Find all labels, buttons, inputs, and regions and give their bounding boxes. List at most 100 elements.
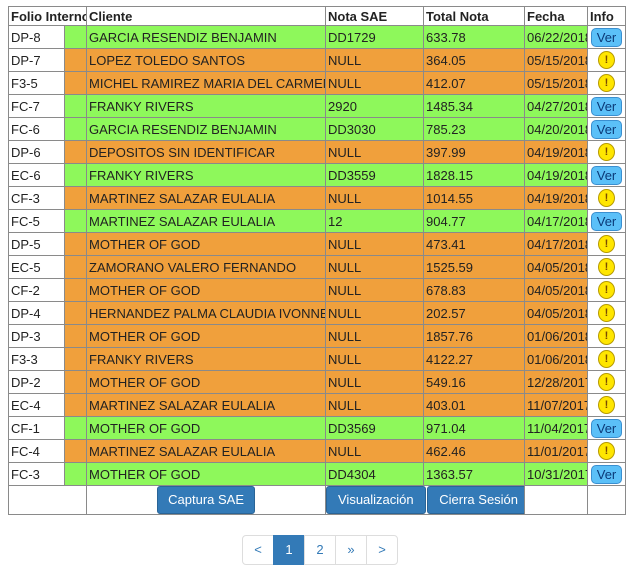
captura-sae-button[interactable]: Captura SAE xyxy=(157,486,255,514)
header-folio: Folio Interno xyxy=(8,6,87,26)
warning-icon[interactable]: ! xyxy=(598,235,615,253)
cliente-cell: MOTHER OF GOD xyxy=(86,324,326,348)
total-nota-cell: 462.46 xyxy=(423,439,525,463)
info-cell: ! xyxy=(587,393,626,417)
pagination-next-more[interactable]: » xyxy=(335,535,367,565)
info-cell: ! xyxy=(587,48,626,72)
folio-cell: F3-3 xyxy=(8,347,65,371)
table-row: EC-5 ZAMORANO VALERO FERNANDO NULL 1525.59 0… xyxy=(8,255,626,279)
warning-icon[interactable]: ! xyxy=(598,373,615,391)
cliente-cell: LOPEZ TOLEDO SANTOS xyxy=(86,48,326,72)
nota-sae-cell: NULL xyxy=(325,439,424,463)
fecha-cell: 06/22/2018 xyxy=(524,25,588,49)
nota-sae-cell: DD3030 xyxy=(325,117,424,141)
status-swatch xyxy=(64,324,87,348)
header-nota-sae: Nota SAE xyxy=(325,6,424,26)
cliente-cell: GARCIA RESENDIZ BENJAMIN xyxy=(86,117,326,141)
status-swatch xyxy=(64,232,87,256)
fecha-cell: 05/15/2018 xyxy=(524,71,588,95)
warning-icon[interactable]: ! xyxy=(598,51,615,69)
header-total-nota: Total Nota xyxy=(423,6,525,26)
pagination-prev[interactable]: < xyxy=(242,535,274,565)
total-nota-cell: 1014.55 xyxy=(423,186,525,210)
info-cell: ! xyxy=(587,301,626,325)
ver-button[interactable]: Ver xyxy=(590,211,623,231)
table-body: DP-8 GARCIA RESENDIZ BENJAMIN DD1729 633.78… xyxy=(8,25,626,486)
pagination-next[interactable]: > xyxy=(366,535,398,565)
folio-cell: FC-4 xyxy=(8,439,65,463)
status-swatch xyxy=(64,416,87,440)
folio-cell: FC-6 xyxy=(8,117,65,141)
status-swatch xyxy=(64,462,87,486)
footer-empty-cell xyxy=(587,485,626,515)
info-cell: ! xyxy=(587,370,626,394)
status-swatch xyxy=(64,393,87,417)
nota-sae-cell: NULL xyxy=(325,278,424,302)
ver-button[interactable]: Ver xyxy=(590,464,623,484)
info-cell: Ver xyxy=(587,25,626,49)
warning-icon[interactable]: ! xyxy=(598,327,615,345)
folio-cell: DP-4 xyxy=(8,301,65,325)
folio-cell: FC-3 xyxy=(8,462,65,486)
nota-sae-cell: DD4304 xyxy=(325,462,424,486)
fecha-cell: 04/05/2018 xyxy=(524,301,588,325)
cliente-cell: FRANKY RIVERS xyxy=(86,347,326,371)
header-info: Info xyxy=(587,6,626,26)
ver-button[interactable]: Ver xyxy=(590,418,623,438)
warning-icon[interactable]: ! xyxy=(598,304,615,322)
info-cell: Ver xyxy=(587,94,626,118)
ver-button[interactable]: Ver xyxy=(590,27,623,47)
header-fecha: Fecha xyxy=(524,6,588,26)
pagination-page-2[interactable]: 2 xyxy=(304,535,336,565)
nota-sae-cell: DD3559 xyxy=(325,163,424,187)
table-row: EC-4 MARTINEZ SALAZAR EULALIA NULL 403.01 11… xyxy=(8,393,626,417)
warning-icon[interactable]: ! xyxy=(598,281,615,299)
warning-icon[interactable]: ! xyxy=(598,74,615,92)
warning-icon[interactable]: ! xyxy=(598,350,615,368)
nota-sae-cell: NULL xyxy=(325,48,424,72)
folio-cell: F3-5 xyxy=(8,71,65,95)
folio-cell: EC-4 xyxy=(8,393,65,417)
cliente-cell: GARCIA RESENDIZ BENJAMIN xyxy=(86,25,326,49)
visualizacion-button[interactable]: Visualización xyxy=(326,486,426,514)
status-swatch xyxy=(64,370,87,394)
info-cell: ! xyxy=(587,232,626,256)
info-cell: ! xyxy=(587,347,626,371)
total-nota-cell: 202.57 xyxy=(423,301,525,325)
pagination-page-1[interactable]: 1 xyxy=(273,535,305,565)
cliente-cell: MICHEL RAMIREZ MARIA DEL CARMEN xyxy=(86,71,326,95)
warning-icon[interactable]: ! xyxy=(598,143,615,161)
warning-icon[interactable]: ! xyxy=(598,396,615,414)
total-nota-cell: 1857.76 xyxy=(423,324,525,348)
cliente-cell: MOTHER OF GOD xyxy=(86,462,326,486)
warning-icon[interactable]: ! xyxy=(598,189,615,207)
warning-icon[interactable]: ! xyxy=(598,442,615,460)
folio-cell: CF-3 xyxy=(8,186,65,210)
table-row: CF-2 MOTHER OF GOD NULL 678.83 04/05/2018! xyxy=(8,278,626,302)
nota-sae-cell: 2920 xyxy=(325,94,424,118)
fecha-cell: 12/28/2017 xyxy=(524,370,588,394)
cliente-cell: MARTINEZ SALAZAR EULALIA xyxy=(86,209,326,233)
table-row: F3-3 FRANKY RIVERS NULL 4122.27 01/06/2018! xyxy=(8,347,626,371)
warning-icon[interactable]: ! xyxy=(598,258,615,276)
fecha-cell: 04/19/2018 xyxy=(524,186,588,210)
status-swatch xyxy=(64,25,87,49)
total-nota-cell: 971.04 xyxy=(423,416,525,440)
status-swatch xyxy=(64,94,87,118)
fecha-cell: 04/05/2018 xyxy=(524,278,588,302)
status-swatch xyxy=(64,209,87,233)
table-row: CF-3 MARTINEZ SALAZAR EULALIA NULL 1014.55 0… xyxy=(8,186,626,210)
info-cell: ! xyxy=(587,278,626,302)
info-cell: ! xyxy=(587,324,626,348)
total-nota-cell: 364.05 xyxy=(423,48,525,72)
status-swatch xyxy=(64,163,87,187)
ver-button[interactable]: Ver xyxy=(590,119,623,139)
footer-cell: Captura SAE xyxy=(86,485,326,515)
folio-cell: CF-2 xyxy=(8,278,65,302)
info-cell: Ver xyxy=(587,209,626,233)
ver-button[interactable]: Ver xyxy=(590,96,623,116)
ver-button[interactable]: Ver xyxy=(590,165,623,185)
total-nota-cell: 1828.15 xyxy=(423,163,525,187)
folio-cell: DP-2 xyxy=(8,370,65,394)
cierra-sesion-button[interactable]: Cierra Sesión xyxy=(427,486,524,514)
